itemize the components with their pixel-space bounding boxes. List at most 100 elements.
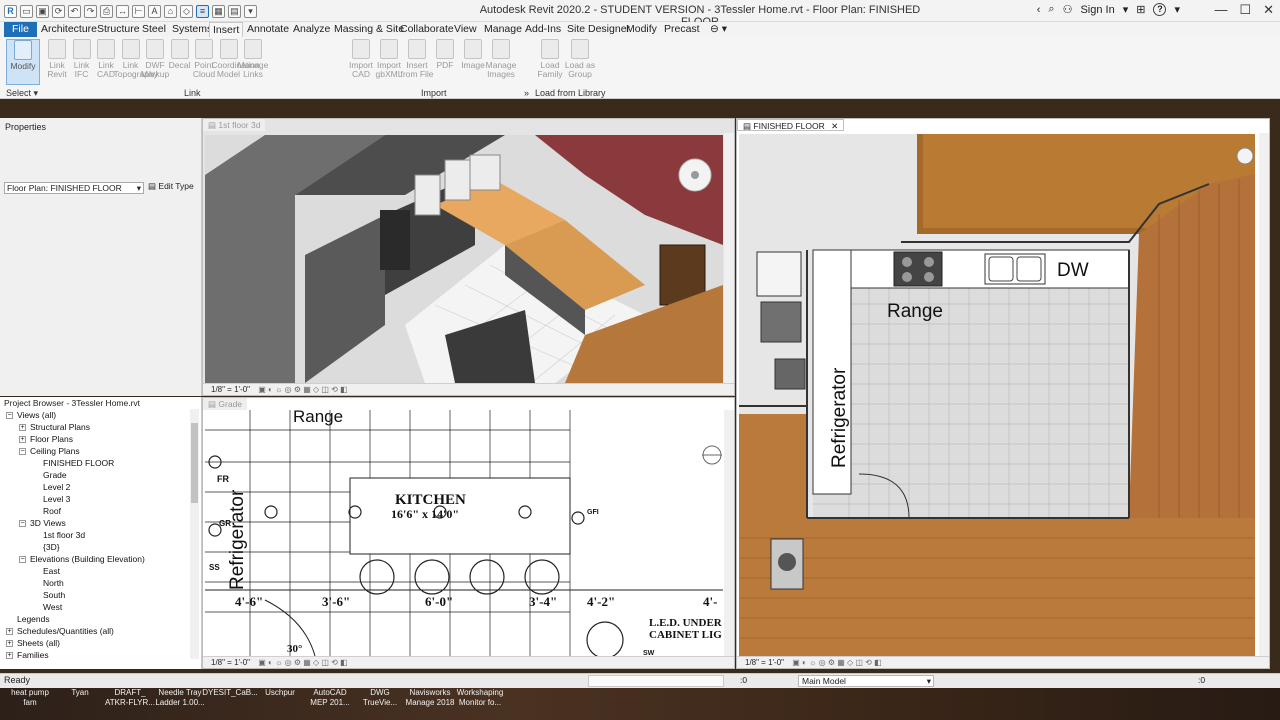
browser-item[interactable]: + Sheets (all): [2, 637, 188, 649]
view-controls-icon[interactable]: ▣ ◐ ☼ ◎ ⚙ ▦ ◇ ◫ ⟲ ◧: [258, 658, 347, 667]
browser-item[interactable]: − Ceiling Plans: [2, 445, 188, 457]
browser-item[interactable]: FINISHED FLOOR: [2, 457, 188, 469]
scrollbar-thumb[interactable]: [191, 423, 198, 503]
finished-floor-plan[interactable]: DW Range Refrigerator: [739, 134, 1255, 658]
tab-structure[interactable]: Structure: [94, 22, 143, 37]
3d-kitchen-render[interactable]: [205, 135, 723, 383]
close-hidden-icon[interactable]: ▦: [212, 4, 225, 18]
dropdown-icon[interactable]: ▾: [1123, 3, 1129, 16]
scale-label[interactable]: 1/8" = 1'-0": [211, 658, 250, 667]
type-selector[interactable]: Floor Plan: FINISHED FLOOR ▾: [4, 182, 144, 194]
browser-item[interactable]: + Floor Plans: [2, 433, 188, 445]
expand-toggle-icon[interactable]: −: [6, 412, 13, 420]
tab-manage[interactable]: Manage: [481, 22, 525, 37]
browser-item[interactable]: Grade: [2, 469, 188, 481]
finished-vertical-scrollbar[interactable]: [1259, 133, 1269, 659]
tab-analyze[interactable]: Analyze: [290, 22, 333, 37]
tab-modify[interactable]: Modify: [623, 22, 660, 37]
browser-item[interactable]: + Structural Plans: [2, 421, 188, 433]
switch-windows-icon[interactable]: ▤: [228, 4, 241, 18]
tab-finished-floor[interactable]: ▤ FINISHED FLOOR ✕: [737, 119, 845, 131]
edit-type-button[interactable]: ▤ Edit Type: [148, 181, 194, 192]
library-1-button[interactable]: Load as Group: [563, 39, 597, 85]
status-workset-field[interactable]: [588, 675, 724, 687]
user-icon[interactable]: ⚇: [1063, 3, 1073, 16]
sign-in-link[interactable]: Sign In: [1080, 4, 1114, 16]
browser-item[interactable]: {3D}: [2, 541, 188, 553]
tab-collaborate[interactable]: Collaborate: [397, 22, 457, 37]
library-0-button[interactable]: Load Family: [533, 39, 567, 85]
redo-icon[interactable]: ↷: [84, 4, 97, 18]
view-controls-icon[interactable]: ▣ ◐ ☼ ◎ ⚙ ▦ ◇ ◫ ⟲ ◧: [258, 385, 347, 394]
save-icon[interactable]: ▣: [36, 4, 49, 18]
modify-button[interactable]: Modify: [6, 39, 40, 85]
tab-precast[interactable]: Precast: [661, 22, 703, 37]
close-view-icon[interactable]: ✕: [831, 121, 838, 131]
3d-view-icon[interactable]: ⌂: [164, 4, 177, 18]
measure-icon[interactable]: ↔: [116, 4, 129, 18]
cart-icon[interactable]: ⊞: [1136, 3, 1145, 16]
expand-toggle-icon[interactable]: +: [6, 652, 13, 660]
tab-file[interactable]: File: [4, 22, 37, 37]
select-dropdown[interactable]: Select ▾: [6, 88, 38, 99]
grade-kitchen-plan[interactable]: Range Refrigerator KITCHEN 16'6" x 14'0"…: [205, 410, 723, 656]
tab-steel[interactable]: Steel: [139, 22, 169, 37]
browser-item[interactable]: + Families: [2, 649, 188, 661]
maximize-icon[interactable]: ☐: [1239, 2, 1251, 18]
scale-label[interactable]: 1/8" = 1'-0": [211, 385, 250, 394]
expand-toggle-icon[interactable]: +: [19, 424, 26, 432]
browser-item[interactable]: 1st floor 3d: [2, 529, 188, 541]
scale-label[interactable]: 1/8" = 1'-0": [745, 658, 784, 667]
link-8-button[interactable]: Manage Links: [236, 39, 270, 85]
grade-vertical-scrollbar[interactable]: [724, 410, 734, 656]
tab-architecture[interactable]: Architecture: [38, 22, 100, 37]
binoculars-icon[interactable]: ⌕: [1048, 3, 1054, 16]
browser-item[interactable]: Level 3: [2, 493, 188, 505]
tab-insert[interactable]: Insert: [209, 22, 244, 37]
customize-qat-icon[interactable]: ▾: [244, 4, 257, 18]
import-5-button[interactable]: Manage Images: [484, 39, 518, 85]
close-icon[interactable]: ✕: [1263, 2, 1274, 18]
tab-add-ins[interactable]: Add-Ins: [522, 22, 564, 37]
tab-grade[interactable]: ▤ Grade: [203, 398, 248, 410]
browser-item[interactable]: East: [2, 565, 188, 577]
open-icon[interactable]: ▭: [20, 4, 33, 18]
browser-item[interactable]: −3D Views: [2, 517, 188, 529]
minimize-icon[interactable]: —: [1214, 2, 1227, 18]
help-button[interactable]: ?: [1153, 3, 1167, 16]
browser-item[interactable]: North: [2, 577, 188, 589]
expand-toggle-icon[interactable]: +: [19, 436, 26, 444]
browser-item[interactable]: West: [2, 601, 188, 613]
taskbar-item[interactable]: Workshaping Monitor fo...: [450, 688, 510, 708]
tab-1st-floor-3d[interactable]: ▤ 1st floor 3d: [203, 119, 266, 131]
tab-massing-site[interactable]: Massing & Site: [331, 22, 407, 37]
active-model-select[interactable]: Main Model ▾: [798, 675, 934, 687]
help-dropdown-icon[interactable]: ▾: [1174, 3, 1180, 16]
view-controls-icon[interactable]: ▣ ◐ ☼ ◎ ⚙ ▦ ◇ ◫ ⟲ ◧: [792, 658, 881, 667]
ribbon-options-icon[interactable]: ⊖ ▾: [707, 22, 730, 37]
expand-toggle-icon[interactable]: −: [19, 448, 26, 456]
browser-scrollbar[interactable]: [190, 409, 199, 659]
expand-toggle-icon[interactable]: +: [6, 628, 13, 636]
dimension-icon[interactable]: ⊢: [132, 4, 145, 18]
view-finished-floor[interactable]: ▤ FINISHED FLOOR ✕ DW Range Refrigerator…: [736, 118, 1270, 669]
view-3d[interactable]: ▤ 1st floor 3d 1/8" = 1'-0" ▣ ◐ ☼ ◎ ⚙ ▦ …: [202, 118, 735, 396]
browser-item[interactable]: Roof: [2, 505, 188, 517]
browser-item[interactable]: Legends: [2, 613, 188, 625]
expand-toggle-icon[interactable]: +: [6, 640, 13, 648]
tab-annotate[interactable]: Annotate: [244, 22, 292, 37]
panel-expander-icon[interactable]: »: [524, 88, 529, 98]
tag-icon[interactable]: A: [148, 4, 161, 18]
view-grade[interactable]: ▤ Grade Range Refrigerator KITCHEN 16'6"…: [202, 397, 735, 669]
browser-item[interactable]: Level 2: [2, 481, 188, 493]
section-icon[interactable]: ◇: [180, 4, 193, 18]
thin-lines-icon[interactable]: ≡: [196, 4, 209, 18]
undo-icon[interactable]: ↶: [68, 4, 81, 18]
sync-icon[interactable]: ⟳: [52, 4, 65, 18]
expand-toggle-icon[interactable]: −: [19, 556, 26, 564]
chevron-left-icon[interactable]: ‹: [1037, 4, 1041, 16]
expand-toggle-icon[interactable]: −: [19, 520, 26, 528]
tab-view[interactable]: View: [451, 22, 480, 37]
browser-item[interactable]: + Schedules/Quantities (all): [2, 625, 188, 637]
browser-item[interactable]: − Elevations (Building Elevation): [2, 553, 188, 565]
